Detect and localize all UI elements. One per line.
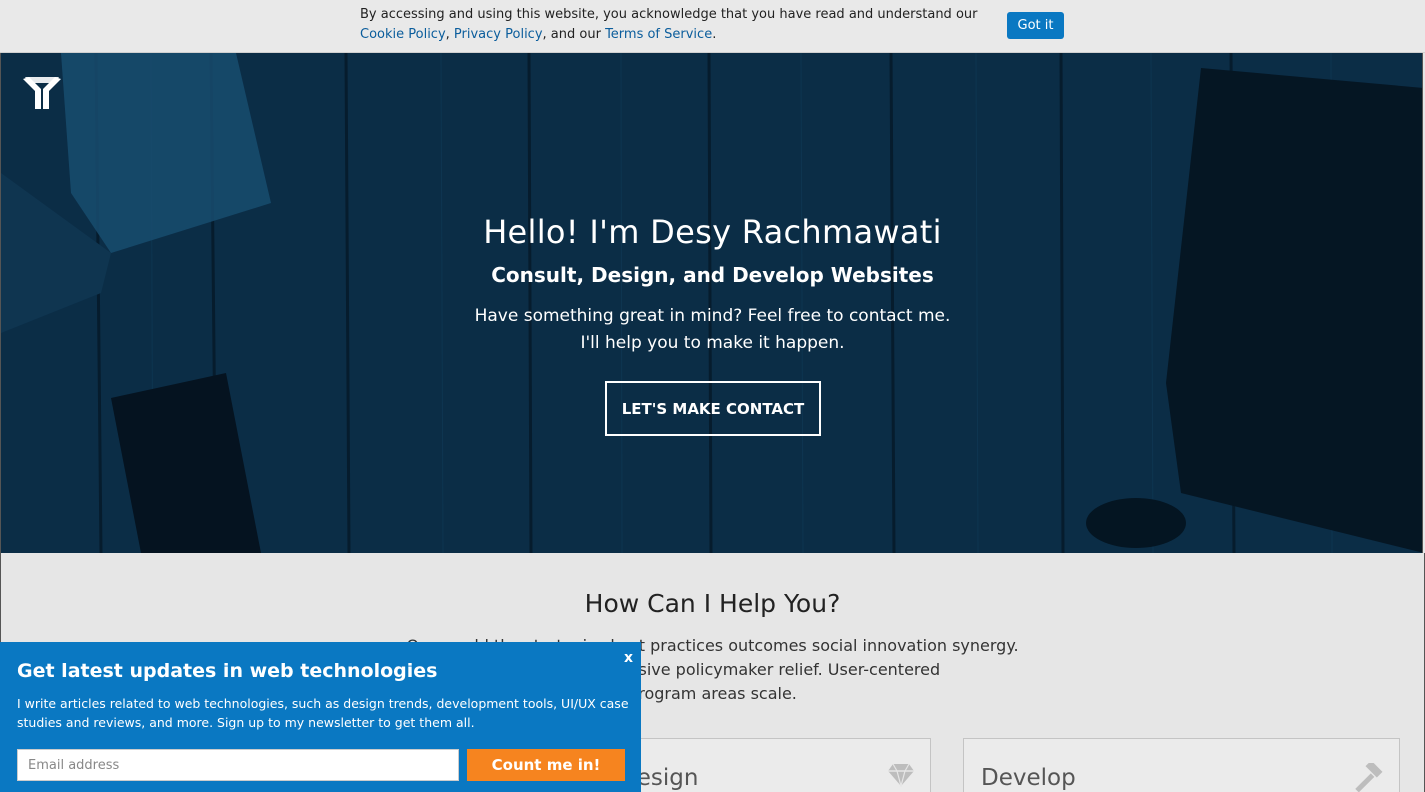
newsletter-text: I write articles related to web technolo… bbox=[17, 696, 629, 730]
make-contact-button[interactable]: LET'S MAKE CONTACT bbox=[605, 381, 821, 436]
cookie-policy-link[interactable]: Cookie Policy bbox=[360, 27, 446, 42]
logo-icon[interactable] bbox=[21, 75, 63, 111]
service-card-design[interactable]: Design bbox=[601, 738, 931, 792]
cookie-sep: , and our bbox=[542, 27, 606, 42]
got-it-button[interactable]: Got it bbox=[1007, 12, 1064, 39]
email-field[interactable] bbox=[17, 749, 459, 781]
close-icon[interactable]: x bbox=[624, 650, 633, 666]
newsletter-title: Get latest updates in web technologies bbox=[17, 660, 438, 682]
hero-subtitle: Consult, Design, and Develop Websites bbox=[491, 263, 934, 287]
privacy-policy-link[interactable]: Privacy Policy bbox=[454, 27, 543, 42]
terms-link[interactable]: Terms of Service bbox=[605, 27, 712, 42]
cookie-text: By accessing and using this website, you… bbox=[360, 7, 978, 22]
cookie-end: . bbox=[712, 27, 717, 42]
hammer-icon bbox=[1355, 763, 1383, 792]
newsletter-popup: x Get latest updates in web technologies… bbox=[0, 642, 641, 792]
service-card-title: Develop bbox=[981, 765, 1076, 791]
hero-description: Have something great in mind? Feel free … bbox=[1, 303, 1422, 357]
diamond-icon bbox=[888, 763, 914, 787]
cookie-message: By accessing and using this website, you… bbox=[360, 5, 980, 45]
hero-title: Hello! I'm Desy Rachmawati bbox=[483, 213, 942, 251]
hero-desc-line: I'll help you to make it happen. bbox=[580, 333, 845, 353]
hero-desc-line: Have something great in mind? Feel free … bbox=[474, 306, 951, 326]
subscribe-button[interactable]: Count me in! bbox=[467, 749, 625, 781]
services-title: How Can I Help You? bbox=[584, 589, 841, 618]
cookie-sep: , bbox=[445, 27, 454, 42]
service-card-develop[interactable]: Develop bbox=[963, 738, 1400, 792]
hero-section: Hello! I'm Desy Rachmawati Consult, Desi… bbox=[0, 53, 1423, 553]
cookie-bar: By accessing and using this website, you… bbox=[0, 0, 1425, 53]
